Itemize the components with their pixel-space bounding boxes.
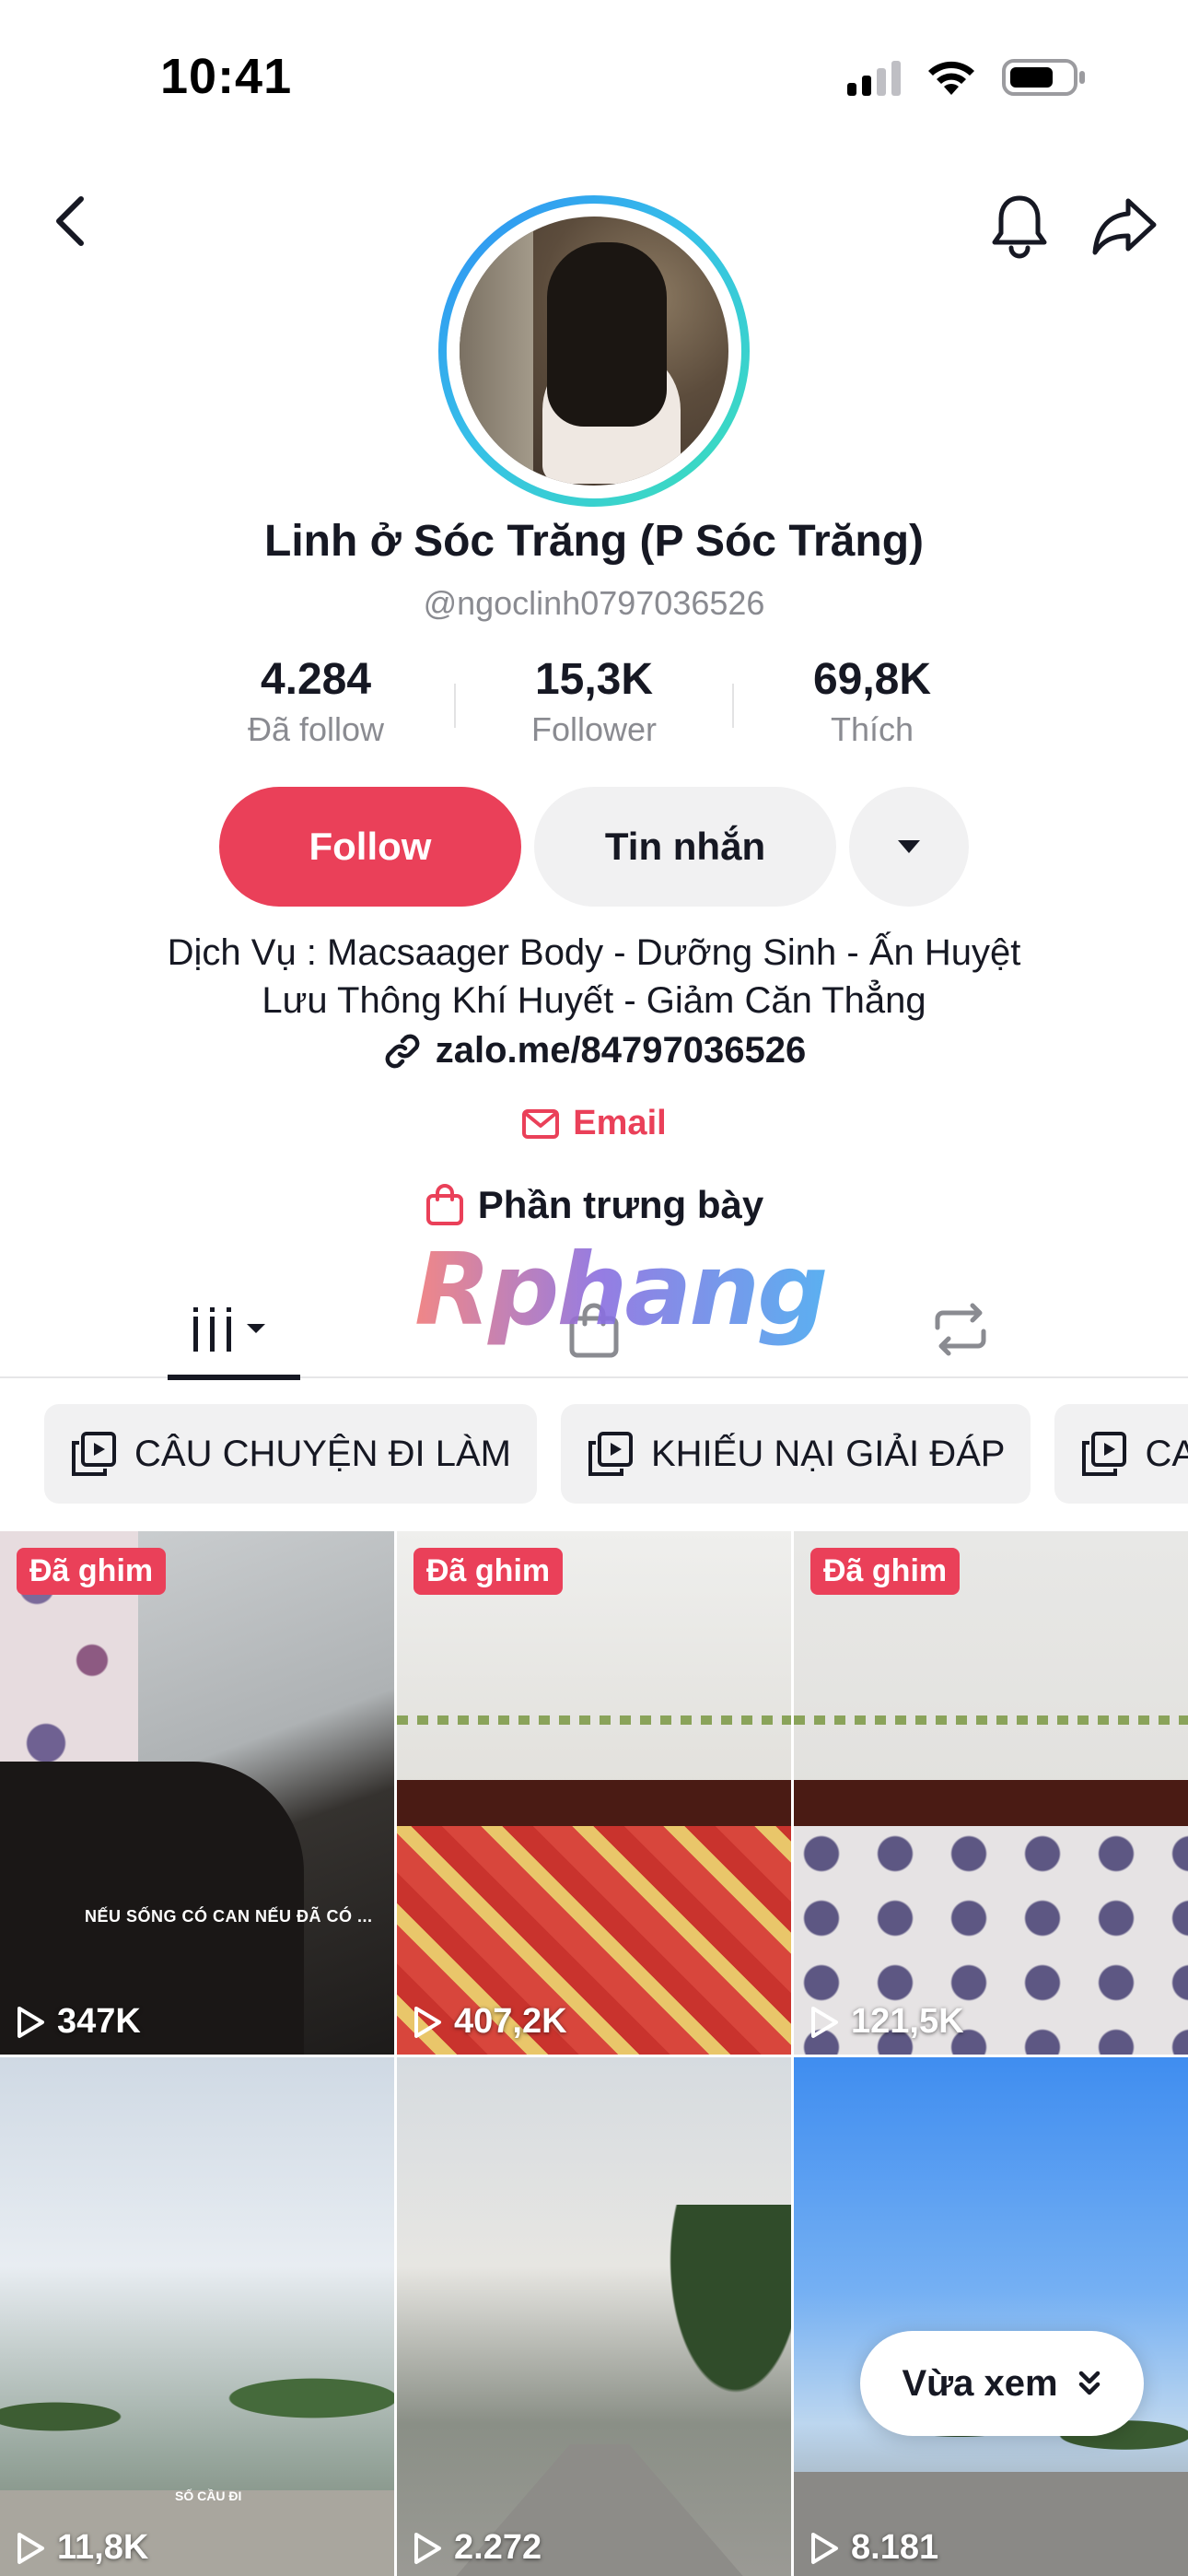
chevron-left-icon — [56, 196, 84, 246]
video-thumbnail[interactable]: 2.272 — [397, 2057, 791, 2576]
thumbnail-scene — [644, 2205, 791, 2444]
video-thumbnail[interactable]: 8.181 — [794, 2057, 1188, 2576]
showcase-label: Phần trưng bày — [477, 1183, 764, 1226]
stat-followers[interactable]: 15,3K Follower — [456, 655, 732, 749]
avatar-hair — [547, 242, 667, 427]
stat-value: 4.284 — [260, 655, 372, 704]
video-caption: NẾU SỐNG CÓ CAN NẾU ĐÃ CÓ ... — [85, 1907, 373, 1926]
view-count-text: 11,8K — [57, 2528, 149, 2567]
pinned-badge: Đã ghim — [17, 1548, 167, 1595]
video-caption: SỐ CẦU ĐI — [175, 2488, 242, 2503]
play-icon — [811, 2532, 838, 2564]
playlist-chip[interactable]: CA — [1054, 1404, 1188, 1504]
cellular-signal-icon — [847, 59, 901, 96]
bio: Dịch Vụ : Macsaager Body - Dưỡng Sinh - … — [0, 929, 1188, 1025]
stat-label: Thích — [830, 709, 914, 748]
view-count: 11,8K — [15, 2528, 148, 2568]
play-icon — [414, 2532, 441, 2564]
battery-icon — [1002, 59, 1085, 96]
display-name: Linh ở Sóc Trăng (P Sóc Trăng) — [264, 517, 924, 566]
bio-line: Lưu Thông Khí Huyết - Giảm Căn Thẳng — [262, 980, 926, 1021]
thumbnail-scene — [397, 1715, 791, 1725]
showcase-button[interactable]: Phần trưng bày — [0, 1183, 1188, 1227]
playlist-icon — [1082, 1432, 1127, 1476]
play-icon — [17, 2006, 44, 2038]
stat-value: 15,3K — [534, 655, 654, 704]
avatar[interactable] — [438, 195, 750, 507]
mail-icon — [522, 1108, 560, 1139]
stat-value: 69,8K — [812, 655, 932, 704]
share-button[interactable] — [1083, 184, 1166, 267]
email-label: Email — [573, 1104, 667, 1142]
view-count: 347K — [15, 2002, 141, 2042]
stat-following[interactable]: 4.284 Đã follow — [178, 655, 454, 749]
playlist-icon — [72, 1432, 116, 1476]
video-thumbnail[interactable]: Đã ghim 121,5K — [794, 1531, 1188, 2055]
email-button[interactable]: Email — [0, 1104, 1188, 1143]
play-icon — [811, 2006, 838, 2038]
view-count-text: 407,2K — [454, 2002, 567, 2041]
wifi-icon — [928, 61, 974, 95]
avatar-photo — [460, 217, 728, 486]
view-count: 2.272 — [412, 2528, 542, 2568]
message-button[interactable]: Tin nhắn — [534, 787, 836, 907]
video-thumbnail[interactable]: SỐ CẦU ĐI 11,8K — [0, 2057, 394, 2576]
more-options-button[interactable] — [849, 787, 969, 907]
view-count-text: 8.181 — [851, 2528, 939, 2567]
thumbnail-scene — [0, 2343, 394, 2472]
back-button[interactable] — [33, 184, 107, 258]
playlist-chip-label: KHIẾU NẠI GIẢI ĐÁP — [650, 1433, 1006, 1474]
recently-viewed-button[interactable]: Vừa xem — [860, 2331, 1144, 2436]
pinned-badge: Đã ghim — [810, 1548, 961, 1595]
recently-viewed-label: Vừa xem — [902, 2362, 1058, 2404]
link-icon — [385, 1034, 420, 1068]
caret-down-icon — [898, 840, 920, 853]
profile-stats: 4.284 Đã follow 15,3K Follower 69,8K Thí… — [0, 655, 1188, 749]
shopping-bag-icon — [425, 1184, 463, 1225]
pinned-badge: Đã ghim — [413, 1548, 564, 1595]
video-grid-icon — [193, 1307, 265, 1352]
avatar-background-door — [460, 217, 533, 486]
username: @ngoclinh0797036526 — [423, 584, 765, 622]
view-count-text: 347K — [57, 2002, 141, 2041]
view-count: 121,5K — [809, 2002, 964, 2042]
play-icon — [17, 2532, 44, 2564]
double-chevron-down-icon — [1078, 2371, 1100, 2395]
stat-likes[interactable]: 69,8K Thích — [734, 655, 1010, 749]
playlist-icon — [588, 1432, 633, 1476]
bio-line: Dịch Vụ : Macsaager Body - Dưỡng Sinh - … — [167, 932, 1021, 973]
profile-link[interactable]: zalo.me/84797036526 — [0, 1030, 1188, 1071]
follow-button[interactable]: Follow — [219, 787, 521, 907]
notification-bell-button[interactable] — [978, 184, 1061, 267]
playlist-chip-label: CA — [1145, 1433, 1188, 1474]
view-count: 407,2K — [412, 2002, 567, 2042]
share-arrow-icon — [1092, 198, 1157, 255]
profile-link-text: zalo.me/84797036526 — [435, 1030, 807, 1071]
video-thumbnail[interactable]: NẾU SỐNG CÓ CAN NẾU ĐÃ CÓ ... Đã ghim 34… — [0, 1531, 394, 2055]
watermark-logo: Rphang — [414, 1233, 828, 1348]
tab-reposts[interactable] — [887, 1281, 1034, 1378]
view-count-text: 121,5K — [851, 2002, 964, 2041]
status-bar: 10:41 — [0, 0, 1188, 157]
status-time: 10:41 — [160, 49, 293, 104]
playlist-chip-label: CÂU CHUYỆN ĐI LÀM — [134, 1433, 511, 1474]
video-thumbnail[interactable]: Đã ghim 407,2K — [397, 1531, 791, 2055]
stat-label: Follower — [530, 709, 658, 748]
avatar-frame — [447, 204, 741, 498]
view-count: 8.181 — [809, 2528, 938, 2568]
play-icon — [414, 2006, 441, 2038]
view-count-text: 2.272 — [454, 2528, 542, 2567]
repost-icon — [935, 1303, 986, 1356]
bell-icon — [992, 195, 1047, 259]
playlist-chips: CÂU CHUYỆN ĐI LÀM KHIẾU NẠI GIẢI ĐÁP CA — [44, 1404, 1188, 1504]
tab-videos[interactable] — [160, 1281, 308, 1380]
stat-label: Đã follow — [247, 709, 385, 748]
thumbnail-scene — [794, 1715, 1188, 1725]
playlist-chip[interactable]: CÂU CHUYỆN ĐI LÀM — [44, 1404, 537, 1504]
playlist-chip[interactable]: KHIẾU NẠI GIẢI ĐÁP — [560, 1404, 1031, 1504]
status-icons — [847, 57, 1087, 98]
